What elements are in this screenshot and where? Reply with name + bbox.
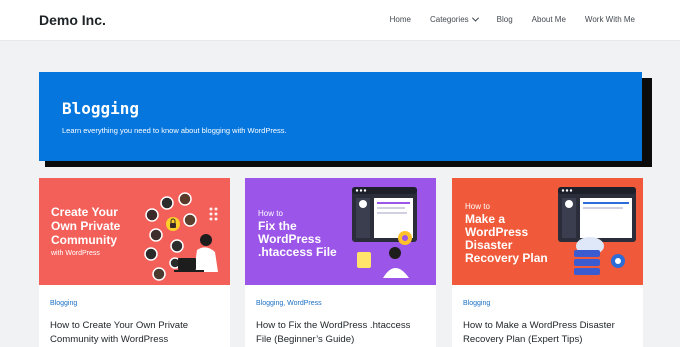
svg-text:Own Private: Own Private [51, 219, 121, 233]
post-thumbnail[interactable]: Create Your Own Private Community with W… [39, 178, 230, 285]
svg-text:Create Your: Create Your [51, 205, 118, 219]
nav-item-blog[interactable]: Blog [497, 15, 513, 24]
post-card[interactable]: How to Fix the WordPress .htaccess File … [245, 178, 436, 347]
post-categories[interactable]: Blogging, WordPress [256, 300, 322, 307]
svg-text:WordPress: WordPress [258, 232, 321, 246]
svg-text:Community: Community [51, 233, 117, 247]
community-illustration: Create Your Own Private Community with W… [39, 178, 230, 285]
category-hero: Blogging Learn everything you need to kn… [39, 72, 642, 161]
svg-text:How to: How to [258, 209, 283, 218]
nav-item-label: Blog [496, 15, 513, 24]
site-header: Demo Inc. Home Categories Blog About Me … [0, 0, 680, 41]
site-logo[interactable]: Demo Inc. [39, 12, 106, 28]
post-title[interactable]: How to Make a WordPress Disaster Recover… [463, 319, 635, 347]
svg-text:Make a: Make a [465, 212, 505, 226]
post-thumbnail[interactable]: How to Make a WordPress Disaster Recover… [452, 178, 643, 285]
disaster-recovery-illustration: How to Make a WordPress Disaster Recover… [452, 178, 643, 285]
page-description: Learn everything you need to know about … [62, 126, 287, 135]
nav-item-categories[interactable]: Categories [429, 14, 479, 24]
svg-text:How to: How to [465, 202, 490, 211]
nav-item-home[interactable]: Home [390, 15, 411, 24]
chevron-down-icon [471, 14, 479, 22]
post-title[interactable]: How to Fix the WordPress .htaccess File … [256, 319, 428, 347]
nav-item-about-me[interactable]: About Me [532, 15, 566, 24]
svg-text:WordPress: WordPress [465, 225, 528, 239]
nav-item-work-with-me[interactable]: Work With Me [585, 15, 635, 24]
svg-text:.htaccess File: .htaccess File [258, 245, 337, 259]
nav-item-label: Home [389, 15, 411, 24]
post-title[interactable]: How to Create Your Own Private Community… [50, 319, 222, 347]
post-card[interactable]: Create Your Own Private Community with W… [39, 178, 230, 347]
post-card[interactable]: How to Make a WordPress Disaster Recover… [452, 178, 643, 347]
page-title: Blogging [62, 99, 140, 118]
svg-text:Fix the: Fix the [258, 219, 297, 233]
svg-text:Recovery Plan: Recovery Plan [465, 251, 548, 265]
htaccess-illustration: How to Fix the WordPress .htaccess File [245, 178, 436, 285]
svg-text:Disaster: Disaster [465, 238, 513, 252]
nav-item-label: About Me [531, 15, 566, 24]
post-categories[interactable]: Blogging [463, 300, 490, 307]
main-nav: Home Categories Blog About Me Work With … [371, 14, 635, 24]
post-thumbnail[interactable]: How to Fix the WordPress .htaccess File [245, 178, 436, 285]
post-categories[interactable]: Blogging [50, 300, 77, 307]
nav-item-label: Categories [429, 15, 469, 24]
svg-text:with WordPress: with WordPress [50, 250, 100, 257]
nav-item-label: Work With Me [584, 15, 635, 24]
